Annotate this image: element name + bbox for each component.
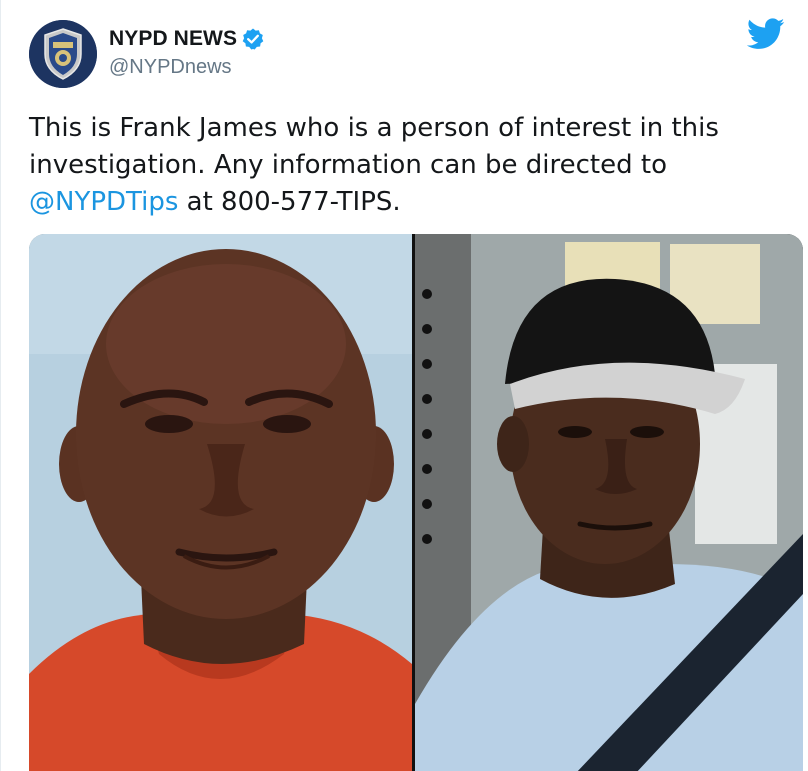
tweet-media[interactable] [29, 234, 803, 771]
tweet-line-3-rest: at 800-577-TIPS. [178, 187, 401, 217]
selfie-photo[interactable] [415, 234, 803, 771]
verified-badge-icon [241, 27, 265, 51]
avatar[interactable] [29, 20, 97, 88]
tweet-line-3: @NYPDTips at 800-577-TIPS. [29, 184, 789, 221]
display-name-row: NYPD NEWS [109, 26, 265, 52]
nypd-badge-icon [29, 20, 97, 88]
mention-link[interactable]: @NYPDTips [29, 187, 178, 217]
user-names: NYPD NEWS @NYPDnews [109, 26, 265, 79]
tweet-line-1: This is Frank James who is a person of i… [29, 113, 719, 143]
twitter-bird-icon[interactable] [746, 18, 785, 50]
tweet-line-2: investigation. Any information can be di… [29, 150, 667, 180]
tweet-card: NYPD NEWS @NYPDnews This is Frank James … [0, 0, 808, 771]
user-handle[interactable]: @NYPDnews [109, 56, 265, 79]
tweet-text: This is Frank James who is a person of i… [29, 110, 789, 221]
tweet-header: NYPD NEWS @NYPDnews [29, 16, 789, 96]
display-name[interactable]: NYPD NEWS [109, 27, 237, 51]
mugshot-photo[interactable] [29, 234, 412, 771]
